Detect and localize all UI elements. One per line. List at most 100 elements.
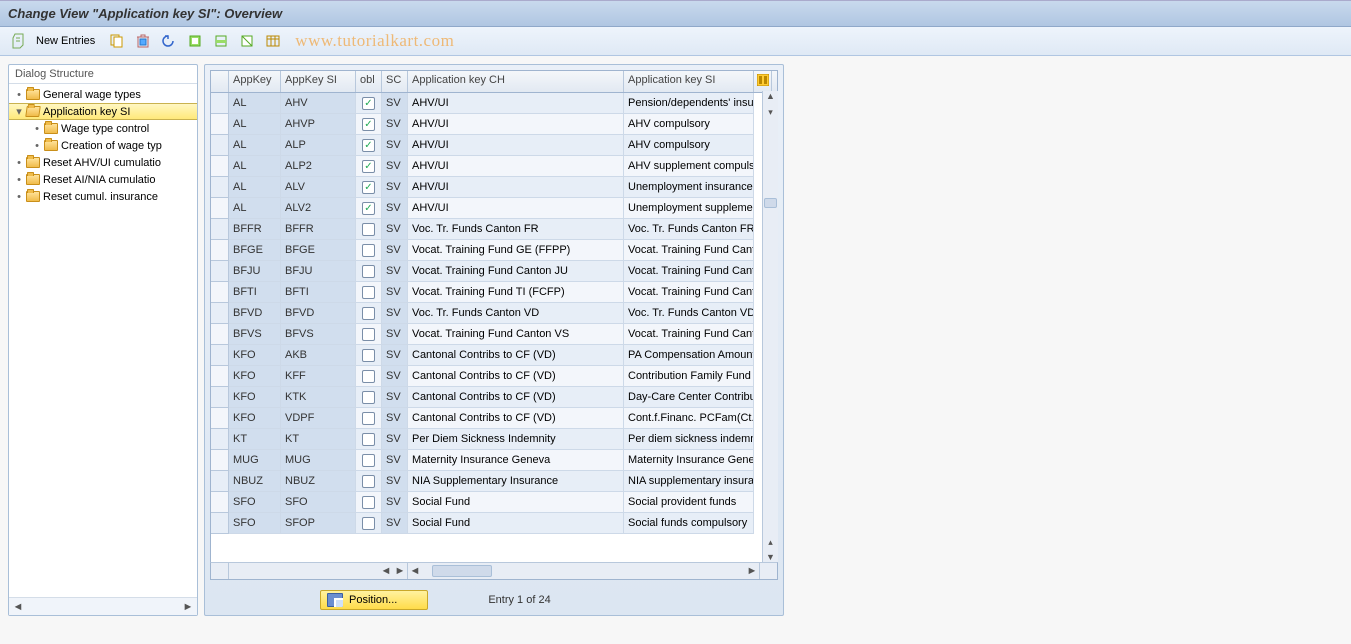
tree-item[interactable]: •Reset AI/NIA cumulatio: [9, 171, 197, 188]
cell-obl[interactable]: ✓: [356, 135, 382, 156]
cell-obl[interactable]: [356, 513, 382, 534]
cell-si[interactable]: Vocat. Training Fund Cant: [624, 261, 754, 282]
select-block-icon[interactable]: [211, 31, 231, 51]
col-appkey-si-desc[interactable]: Application key SI: [624, 71, 754, 92]
hscroll2-thumb[interactable]: [432, 565, 492, 577]
col-sc[interactable]: SC: [382, 71, 408, 92]
cell-si[interactable]: Day-Care Center Contribut: [624, 387, 754, 408]
configure-columns-icon[interactable]: [754, 71, 772, 92]
row-selector[interactable]: [211, 366, 229, 387]
checkbox[interactable]: [362, 349, 375, 362]
row-selector[interactable]: [211, 282, 229, 303]
cell-ch[interactable]: Vocat. Training Fund Canton VS: [408, 324, 624, 345]
cell-obl[interactable]: [356, 366, 382, 387]
cell-si[interactable]: AHV compulsory: [624, 135, 754, 156]
row-selector[interactable]: [211, 156, 229, 177]
checkbox[interactable]: [362, 517, 375, 530]
hscroll1-right-icon[interactable]: ►: [393, 564, 407, 578]
cell-si[interactable]: NIA supplementary insuran: [624, 471, 754, 492]
cell-ch[interactable]: Maternity Insurance Geneva: [408, 450, 624, 471]
copy-as-icon[interactable]: [107, 31, 127, 51]
row-selector[interactable]: [211, 324, 229, 345]
vscroll-step-down-icon[interactable]: ▼: [763, 552, 778, 562]
tree-item[interactable]: ▾Application key SI: [9, 103, 197, 120]
cell-si[interactable]: Voc. Tr. Funds Canton FR: [624, 219, 754, 240]
row-selector[interactable]: [211, 429, 229, 450]
checkbox[interactable]: [362, 265, 375, 278]
cell-obl[interactable]: [356, 429, 382, 450]
table-vscrollbar[interactable]: ▲ ▾ ▴ ▼: [762, 91, 778, 562]
vscroll-thumb[interactable]: [764, 198, 777, 208]
hscroll2-left-icon[interactable]: ◄: [408, 564, 422, 578]
delete-icon[interactable]: [133, 31, 153, 51]
cell-ch[interactable]: AHV/UI: [408, 135, 624, 156]
cell-ch[interactable]: NIA Supplementary Insurance: [408, 471, 624, 492]
checkbox[interactable]: [362, 496, 375, 509]
cell-si[interactable]: Social funds compulsory: [624, 513, 754, 534]
checkbox[interactable]: [362, 433, 375, 446]
cell-si[interactable]: Voc. Tr. Funds Canton VD: [624, 303, 754, 324]
cell-si[interactable]: Vocat. Training Fund Cant: [624, 282, 754, 303]
tree-item[interactable]: •Reset cumul. insurance: [9, 188, 197, 205]
row-selector[interactable]: [211, 93, 229, 114]
row-selector[interactable]: [211, 177, 229, 198]
toggle-display-change-icon[interactable]: [8, 31, 28, 51]
cell-ch[interactable]: Cantonal Contribs to CF (VD): [408, 366, 624, 387]
checkbox[interactable]: [362, 475, 375, 488]
select-all-icon[interactable]: [185, 31, 205, 51]
cell-ch[interactable]: AHV/UI: [408, 177, 624, 198]
cell-si[interactable]: AHV supplement compulso: [624, 156, 754, 177]
cell-obl[interactable]: [356, 408, 382, 429]
cell-obl[interactable]: [356, 240, 382, 261]
checkbox[interactable]: ✓: [362, 160, 375, 173]
cell-ch[interactable]: Social Fund: [408, 492, 624, 513]
cell-ch[interactable]: Vocat. Training Fund TI (FCFP): [408, 282, 624, 303]
checkbox[interactable]: [362, 223, 375, 236]
cell-obl[interactable]: ✓: [356, 156, 382, 177]
vscroll-up-icon[interactable]: ▲: [763, 91, 778, 107]
checkbox[interactable]: ✓: [362, 97, 375, 110]
col-obl[interactable]: obl: [356, 71, 382, 92]
cell-si[interactable]: Contribution Family Fund V: [624, 366, 754, 387]
cell-obl[interactable]: [356, 324, 382, 345]
cell-ch[interactable]: AHV/UI: [408, 93, 624, 114]
checkbox[interactable]: [362, 454, 375, 467]
cell-ch[interactable]: Vocat. Training Fund GE (FFPP): [408, 240, 624, 261]
checkbox[interactable]: [362, 391, 375, 404]
row-selector[interactable]: [211, 114, 229, 135]
row-selector[interactable]: [211, 345, 229, 366]
cell-si[interactable]: Maternity Insurance Genev: [624, 450, 754, 471]
row-selector[interactable]: [211, 471, 229, 492]
undo-change-icon[interactable]: [159, 31, 179, 51]
row-selector[interactable]: [211, 513, 229, 534]
cell-obl[interactable]: ✓: [356, 93, 382, 114]
checkbox[interactable]: ✓: [362, 202, 375, 215]
cell-ch[interactable]: AHV/UI: [408, 114, 624, 135]
tree-hscroll-right-icon[interactable]: ►: [181, 600, 195, 614]
cell-obl[interactable]: [356, 345, 382, 366]
checkbox[interactable]: ✓: [362, 139, 375, 152]
cell-si[interactable]: Unemployment insurance: [624, 177, 754, 198]
cell-obl[interactable]: [356, 303, 382, 324]
cell-si[interactable]: AHV compulsory: [624, 114, 754, 135]
cell-si[interactable]: Unemployment supplemen: [624, 198, 754, 219]
row-selector[interactable]: [211, 450, 229, 471]
table-hscrollbar[interactable]: ◄ ► ◄ ►: [210, 562, 778, 580]
tree-hscrollbar[interactable]: ◄ ►: [9, 597, 197, 615]
checkbox[interactable]: [362, 370, 375, 383]
checkbox[interactable]: ✓: [362, 118, 375, 131]
cell-obl[interactable]: [356, 261, 382, 282]
cell-si[interactable]: Social provident funds: [624, 492, 754, 513]
row-selector[interactable]: [211, 387, 229, 408]
checkbox[interactable]: [362, 412, 375, 425]
cell-si[interactable]: Vocat. Training Fund Cant: [624, 240, 754, 261]
checkbox[interactable]: ✓: [362, 181, 375, 194]
vscroll-track[interactable]: ▾ ▴ ▼: [763, 107, 778, 562]
cell-ch[interactable]: Voc. Tr. Funds Canton FR: [408, 219, 624, 240]
cell-obl[interactable]: [356, 219, 382, 240]
checkbox[interactable]: [362, 307, 375, 320]
cell-obl[interactable]: [356, 492, 382, 513]
new-entries-button[interactable]: New Entries: [36, 35, 95, 47]
cell-si[interactable]: PA Compensation Amount: [624, 345, 754, 366]
row-selector[interactable]: [211, 261, 229, 282]
